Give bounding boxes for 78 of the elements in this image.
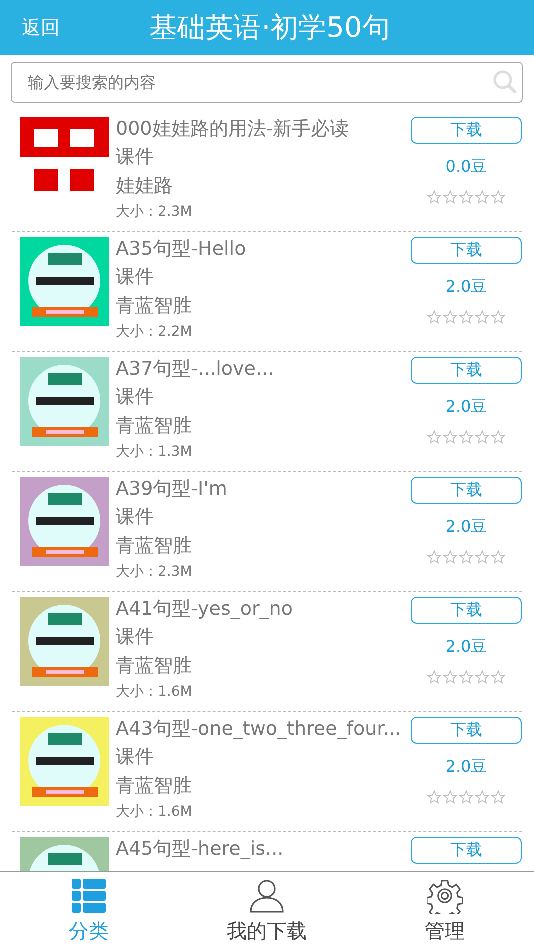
download-button[interactable]: 下载 (411, 597, 522, 624)
star-icon (459, 190, 474, 205)
download-button[interactable]: 下载 (411, 837, 522, 864)
page-title: 基础英语·初学50句 (150, 10, 390, 46)
item-author: 青蓝智胜 (116, 774, 192, 799)
search-field[interactable]: 输入要搜索的内容 (11, 62, 523, 103)
star-icon (491, 430, 506, 445)
star-icon (491, 190, 506, 205)
item-author: 娃娃路 (116, 174, 173, 199)
star-icon (443, 430, 458, 445)
download-button[interactable]: 下载 (411, 717, 522, 744)
item-price: 0.0豆 (446, 157, 488, 178)
grid-list-icon (71, 878, 107, 914)
item-type: 课件 (116, 625, 154, 650)
item-price: 2.0豆 (446, 757, 488, 778)
star-icon (443, 790, 458, 805)
item-title: A43句型-one_two_three_four... (116, 717, 402, 742)
download-button[interactable]: 下载 (411, 237, 522, 264)
item-size: 大小：1.3M (116, 443, 192, 462)
star-icon (443, 670, 458, 685)
item-type: 课件 (116, 505, 154, 530)
item-title: A35句型-Hello (116, 237, 246, 262)
item-size: 大小：1.6M (116, 683, 192, 702)
star-icon (475, 310, 490, 325)
star-icon (475, 670, 490, 685)
star-icon (475, 190, 490, 205)
item-title: A45句型-here_is... (116, 837, 284, 862)
star-icon (443, 190, 458, 205)
star-icon (459, 670, 474, 685)
star-icon (459, 430, 474, 445)
item-author: 青蓝智胜 (116, 294, 192, 319)
star-icon (491, 670, 506, 685)
item-size: 大小：2.2M (116, 323, 192, 342)
item-type: 课件 (116, 745, 154, 770)
star-icon (475, 550, 490, 565)
star-icon (491, 550, 506, 565)
download-button[interactable]: 下载 (411, 117, 522, 144)
search-icon[interactable] (493, 70, 517, 94)
person-icon (249, 878, 285, 914)
star-icon (475, 790, 490, 805)
star-icon (475, 430, 490, 445)
star-icon (491, 790, 506, 805)
tab[interactable]: 分类 (0, 872, 178, 950)
item-author: 青蓝智胜 (116, 654, 192, 679)
star-icon (427, 550, 442, 565)
star-icon (459, 790, 474, 805)
item-type: 课件 (116, 145, 154, 170)
item-type: 课件 (116, 265, 154, 290)
download-button[interactable]: 下载 (411, 477, 522, 504)
item-type: 课件 (116, 385, 154, 410)
star-icon (427, 670, 442, 685)
item-size: 大小：1.6M (116, 803, 192, 822)
star-icon (459, 550, 474, 565)
item-size: 大小：2.3M (116, 563, 192, 582)
star-icon (427, 190, 442, 205)
star-icon (459, 310, 474, 325)
tab[interactable]: 我的下载 (178, 872, 356, 950)
item-price: 2.0豆 (446, 277, 488, 298)
item-price: 2.0豆 (446, 517, 488, 538)
download-button[interactable]: 下载 (411, 357, 522, 384)
star-icon (443, 550, 458, 565)
item-price: 2.0豆 (446, 637, 488, 658)
item-size: 大小：2.3M (116, 203, 192, 222)
star-icon (491, 310, 506, 325)
star-icon (427, 310, 442, 325)
item-title: A41句型-yes_or_no (116, 597, 293, 622)
item-author: 青蓝智胜 (116, 534, 192, 559)
tab[interactable]: 管理 (356, 872, 534, 950)
item-title: A39句型-I'm (116, 477, 228, 502)
star-icon (427, 790, 442, 805)
star-icon (443, 310, 458, 325)
settings-icon (427, 878, 463, 914)
item-title: 000娃娃路的用法-新手必读 (116, 117, 350, 142)
back-button[interactable]: 返回 (22, 14, 60, 40)
item-title: A37句型-...love... (116, 357, 274, 382)
item-author: 青蓝智胜 (116, 414, 192, 439)
item-price: 2.0豆 (446, 397, 488, 418)
star-icon (427, 430, 442, 445)
